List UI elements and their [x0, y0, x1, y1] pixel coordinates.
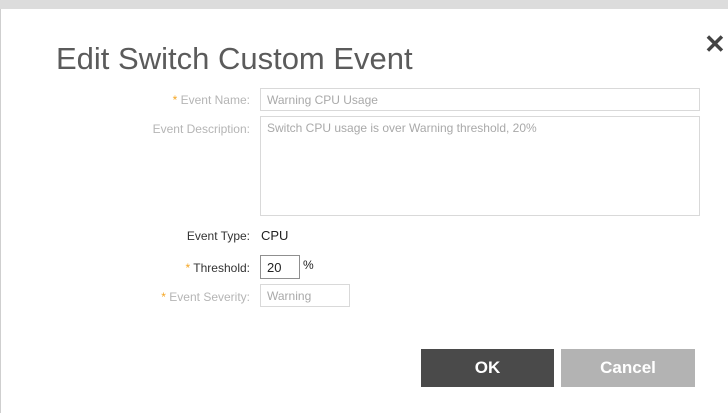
event-description-textarea[interactable]: Switch CPU usage is over Warning thresho…	[260, 116, 700, 216]
threshold-input[interactable]	[260, 255, 300, 279]
event-name-label: * Event Name:	[80, 93, 250, 107]
event-severity-label: * Event Severity:	[80, 290, 250, 304]
dialog-title: Edit Switch Custom Event	[56, 41, 413, 76]
threshold-unit: %	[303, 258, 314, 272]
event-name-input[interactable]	[260, 88, 700, 111]
top-border	[0, 0, 728, 9]
event-type-value: CPU	[261, 228, 289, 243]
event-description-label: Event Description:	[152, 122, 250, 136]
event-name-label-text: Event Name:	[180, 93, 250, 107]
event-severity-input[interactable]	[260, 284, 350, 307]
event-type-label: Event Type:	[186, 229, 250, 243]
ok-button[interactable]: OK	[421, 349, 554, 387]
threshold-label-text: Threshold:	[193, 261, 250, 275]
threshold-label: * Threshold:	[80, 261, 251, 275]
required-marker: *	[172, 93, 178, 107]
close-icon[interactable]: ✕	[704, 31, 726, 57]
required-marker: *	[161, 290, 166, 304]
required-marker: *	[185, 261, 191, 275]
event-severity-label-text: Event Severity:	[169, 290, 250, 304]
cancel-button[interactable]: Cancel	[561, 349, 695, 387]
